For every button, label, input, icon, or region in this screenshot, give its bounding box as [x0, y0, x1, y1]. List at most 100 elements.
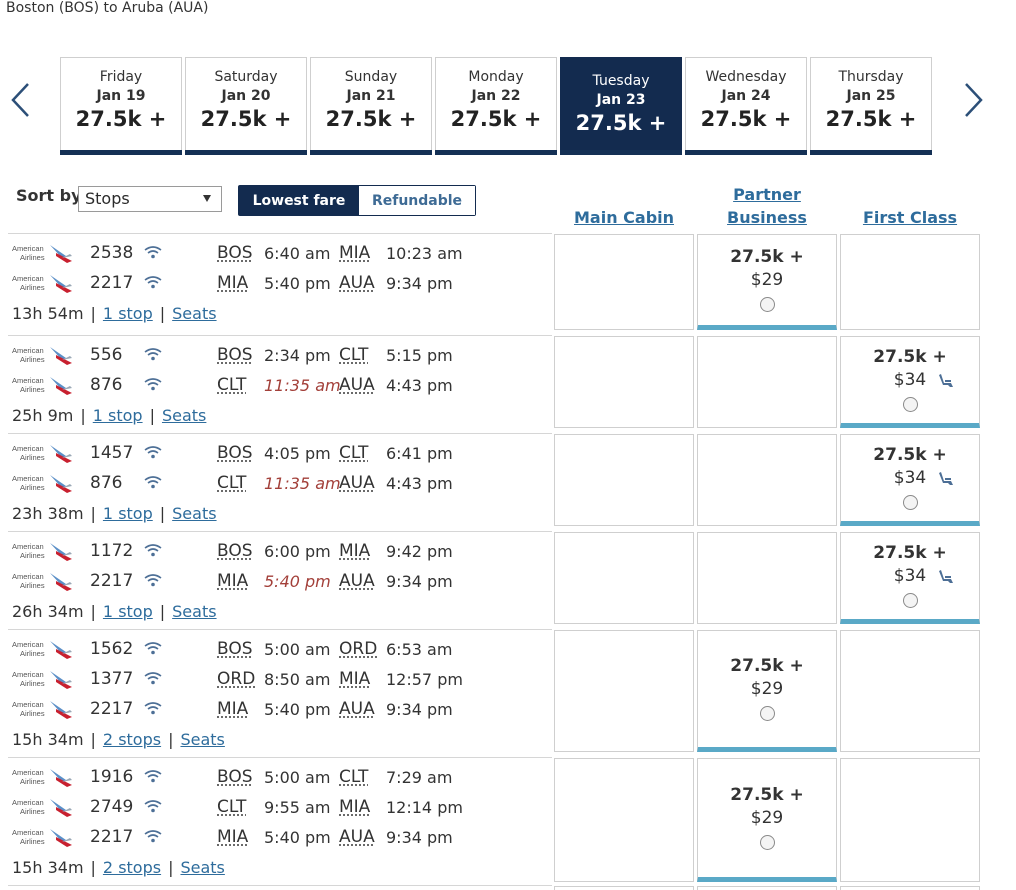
first-class-fare-cell[interactable]: 27.5k + $34 [840, 336, 980, 428]
date-tab-date: Jan 23 [596, 92, 646, 108]
flight-duration: 13h 54m [12, 304, 84, 323]
origin-airport: MIA [217, 699, 249, 719]
partner-business-fare-cell[interactable]: 27.5k + $29 [697, 630, 837, 752]
date-tab-date: Jan 20 [221, 88, 271, 104]
fare-miles: 27.5k + [873, 347, 947, 367]
date-tab-weekday: Monday [468, 69, 524, 85]
svg-text:Airlines: Airlines [20, 453, 45, 462]
svg-text:Airlines: Airlines [20, 385, 45, 394]
refundable-toggle[interactable]: Refundable [359, 186, 475, 215]
fare-cash: $29 [750, 808, 784, 828]
destination-airport: CLT [339, 443, 369, 463]
column-header-first-class[interactable]: First Class [840, 206, 980, 229]
partner-business-fare-cell[interactable]: 27.5k + $29 [697, 758, 837, 882]
seats-link[interactable]: Seats [172, 602, 216, 621]
flight-number: 2217 [90, 827, 134, 847]
svg-text:American: American [12, 376, 44, 385]
row-divider [8, 885, 552, 886]
flight-leg: American Airlines 1172 BOS 6:00 pm MIA 9:42 pm [0, 539, 552, 563]
date-tab[interactable]: Monday Jan 22 27.5k + [435, 57, 557, 155]
flight-summary: 25h 9m | 1 stop | Seats [12, 406, 206, 425]
stops-link[interactable]: 1 stop [103, 504, 153, 523]
arrival-time: 4:43 pm [386, 376, 453, 395]
stops-link[interactable]: 1 stop [93, 406, 143, 425]
date-tab-date: Jan 24 [721, 88, 771, 104]
fare-cash: $34 [893, 566, 927, 586]
flight-duration: 25h 9m [12, 406, 74, 425]
svg-text:Airlines: Airlines [20, 253, 45, 262]
date-tab[interactable]: Saturday Jan 20 27.5k + [185, 57, 307, 155]
svg-text:American: American [12, 274, 44, 283]
svg-text:Airlines: Airlines [20, 355, 45, 364]
date-tab[interactable]: Thursday Jan 25 27.5k + [810, 57, 932, 155]
arrival-time: 12:14 pm [386, 798, 463, 817]
fare-miles: 27.5k + [873, 543, 947, 563]
fare-select-radio[interactable] [760, 706, 775, 721]
route-title: Boston (BOS) to Aruba (AUA) [6, 0, 209, 16]
stops-link[interactable]: 2 stops [103, 730, 161, 749]
flight-summary: 13h 54m | 1 stop | Seats [12, 304, 217, 323]
seats-link[interactable]: Seats [162, 406, 206, 425]
arrival-time: 12:57 pm [386, 670, 463, 689]
main-cabin-fare-cell [554, 434, 694, 526]
fare-select-radio[interactable] [760, 835, 775, 850]
departure-time: 5:00 am [264, 640, 331, 659]
date-tab[interactable]: Sunday Jan 21 27.5k + [310, 57, 432, 155]
fare-cash: $29 [750, 679, 784, 699]
departure-time: 6:00 pm [264, 542, 331, 561]
row-divider [8, 433, 552, 434]
fare-select-radio[interactable] [903, 593, 918, 608]
fare-select-radio[interactable] [903, 397, 918, 412]
stops-link[interactable]: 2 stops [103, 858, 161, 877]
departure-time: 5:00 am [264, 768, 331, 787]
departure-time: 5:40 pm [264, 274, 331, 293]
row-divider [8, 757, 552, 758]
wifi-icon [144, 474, 162, 489]
stops-link[interactable]: 1 stop [103, 304, 153, 323]
separator: | [90, 304, 96, 323]
column-header-partner-business[interactable]: Partner Business [698, 183, 836, 229]
flight-summary: 23h 38m | 1 stop | Seats [12, 504, 217, 523]
fare-select-radio[interactable] [760, 297, 775, 312]
date-tab-price: 27.5k + [700, 107, 792, 131]
flight-duration: 15h 34m [12, 730, 84, 749]
wifi-icon [144, 542, 162, 557]
date-tab[interactable]: Wednesday Jan 24 27.5k + [685, 57, 807, 155]
next-dates-chevron-right-icon[interactable] [960, 82, 986, 118]
wifi-icon [144, 670, 162, 685]
american-airlines-logo: American Airlines [12, 540, 76, 562]
wifi-icon [144, 572, 162, 587]
destination-airport: AUA [339, 699, 375, 719]
fare-miles: 27.5k + [873, 445, 947, 465]
fare-cell-partial [840, 886, 980, 890]
seat-icon [937, 568, 955, 586]
origin-airport: CLT [217, 375, 247, 395]
seats-link[interactable]: Seats [180, 730, 224, 749]
fare-miles: 27.5k + [730, 656, 804, 676]
lowest-fare-toggle[interactable]: Lowest fare [239, 186, 359, 215]
fare-select-radio[interactable] [903, 495, 918, 510]
seats-link[interactable]: Seats [180, 858, 224, 877]
first-class-fare-cell[interactable]: 27.5k + $34 [840, 532, 980, 624]
flight-number: 2538 [90, 243, 134, 263]
partner-business-fare-cell[interactable]: 27.5k + $29 [697, 234, 837, 330]
svg-text:American: American [12, 828, 44, 837]
flight-leg: American Airlines 1457 BOS 4:05 pm CLT 6:41 pm [0, 441, 552, 465]
first-class-fare-cell[interactable]: 27.5k + $34 [840, 434, 980, 526]
origin-airport: ORD [217, 669, 256, 689]
arrival-time: 6:53 am [386, 640, 453, 659]
date-tab[interactable]: Friday Jan 19 27.5k + [60, 57, 182, 155]
seats-link[interactable]: Seats [172, 504, 216, 523]
stops-link[interactable]: 1 stop [103, 602, 153, 621]
column-header-main-cabin[interactable]: Main Cabin [556, 206, 692, 229]
date-tab[interactable]: Tuesday Jan 23 27.5k + [560, 57, 682, 155]
date-tab-price: 27.5k + [575, 111, 667, 135]
flight-number: 1377 [90, 669, 134, 689]
origin-airport: CLT [217, 797, 247, 817]
flight-number: 556 [90, 345, 123, 365]
seats-link[interactable]: Seats [172, 304, 216, 323]
svg-text:American: American [12, 798, 44, 807]
destination-airport: MIA [339, 541, 371, 561]
previous-dates-chevron-left-icon[interactable] [8, 82, 34, 118]
sort-select[interactable]: Stops [78, 186, 222, 212]
